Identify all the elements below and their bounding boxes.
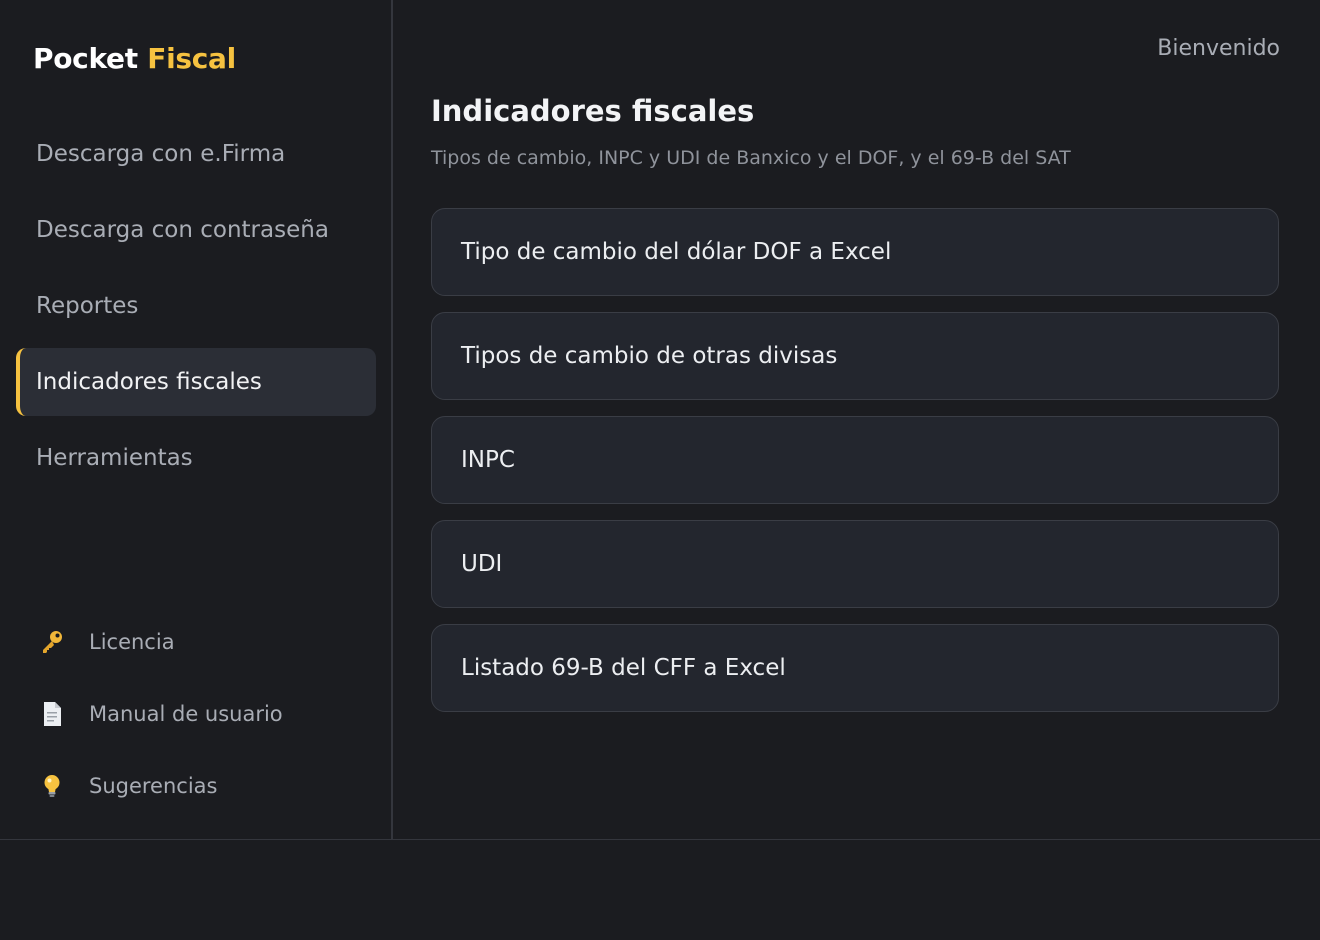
card-inpc[interactable]: INPC bbox=[431, 416, 1279, 504]
card-label: INPC bbox=[461, 447, 515, 473]
sidebar-item-descarga-efirma[interactable]: Descarga con e.Firma bbox=[16, 120, 376, 188]
card-label: Tipos de cambio de otras divisas bbox=[461, 343, 838, 369]
card-label: Tipo de cambio del dólar DOF a Excel bbox=[461, 239, 892, 265]
indicator-card-list: Tipo de cambio del dólar DOF a Excel Tip… bbox=[431, 208, 1279, 728]
sugerencias-link[interactable]: Sugerencias bbox=[38, 750, 368, 822]
sidebar-item-reportes[interactable]: Reportes bbox=[16, 272, 376, 340]
card-label: UDI bbox=[461, 551, 503, 577]
main-content: Bienvenido Indicadores fiscales Tipos de… bbox=[393, 0, 1320, 839]
brand-logo: Pocket Fiscal bbox=[33, 42, 236, 75]
card-listado-69b[interactable]: Listado 69-B del CFF a Excel bbox=[431, 624, 1279, 712]
document-icon bbox=[38, 700, 66, 728]
brand-name-primary: Pocket bbox=[33, 42, 138, 75]
lightbulb-icon bbox=[38, 772, 66, 800]
sidebar-nav: Descarga con e.Firma Descarga con contra… bbox=[16, 120, 376, 500]
sidebar-item-label: Herramientas bbox=[36, 445, 193, 471]
page-subtitle: Tipos de cambio, INPC y UDI de Banxico y… bbox=[431, 147, 1071, 169]
sidebar-utilities: Licencia Manual de usuario Sugerencias bbox=[38, 606, 368, 822]
manual-usuario-label: Manual de usuario bbox=[89, 702, 283, 726]
sidebar-item-label: Descarga con contraseña bbox=[36, 217, 329, 243]
card-label: Listado 69-B del CFF a Excel bbox=[461, 655, 786, 681]
sidebar-item-herramientas[interactable]: Herramientas bbox=[16, 424, 376, 492]
manual-usuario-link[interactable]: Manual de usuario bbox=[38, 678, 368, 750]
welcome-text: Bienvenido bbox=[1157, 36, 1280, 61]
card-tipos-cambio-divisas[interactable]: Tipos de cambio de otras divisas bbox=[431, 312, 1279, 400]
licencia-label: Licencia bbox=[89, 630, 175, 654]
sidebar: Pocket Fiscal Descarga con e.Firma Desca… bbox=[0, 0, 393, 840]
key-icon bbox=[38, 628, 66, 656]
sidebar-item-label: Reportes bbox=[36, 293, 139, 319]
sidebar-item-indicadores-fiscales[interactable]: Indicadores fiscales bbox=[16, 348, 376, 416]
sidebar-item-descarga-contrasena[interactable]: Descarga con contraseña bbox=[16, 196, 376, 264]
app-window: Pocket Fiscal Descarga con e.Firma Desca… bbox=[0, 0, 1320, 840]
sidebar-item-label: Indicadores fiscales bbox=[36, 369, 262, 395]
card-udi[interactable]: UDI bbox=[431, 520, 1279, 608]
sidebar-item-label: Descarga con e.Firma bbox=[36, 141, 286, 167]
sugerencias-label: Sugerencias bbox=[89, 774, 218, 798]
card-tipo-cambio-dolar[interactable]: Tipo de cambio del dólar DOF a Excel bbox=[431, 208, 1279, 296]
licencia-link[interactable]: Licencia bbox=[38, 606, 368, 678]
page-title: Indicadores fiscales bbox=[431, 94, 755, 128]
brand-name-accent: Fiscal bbox=[147, 42, 236, 75]
